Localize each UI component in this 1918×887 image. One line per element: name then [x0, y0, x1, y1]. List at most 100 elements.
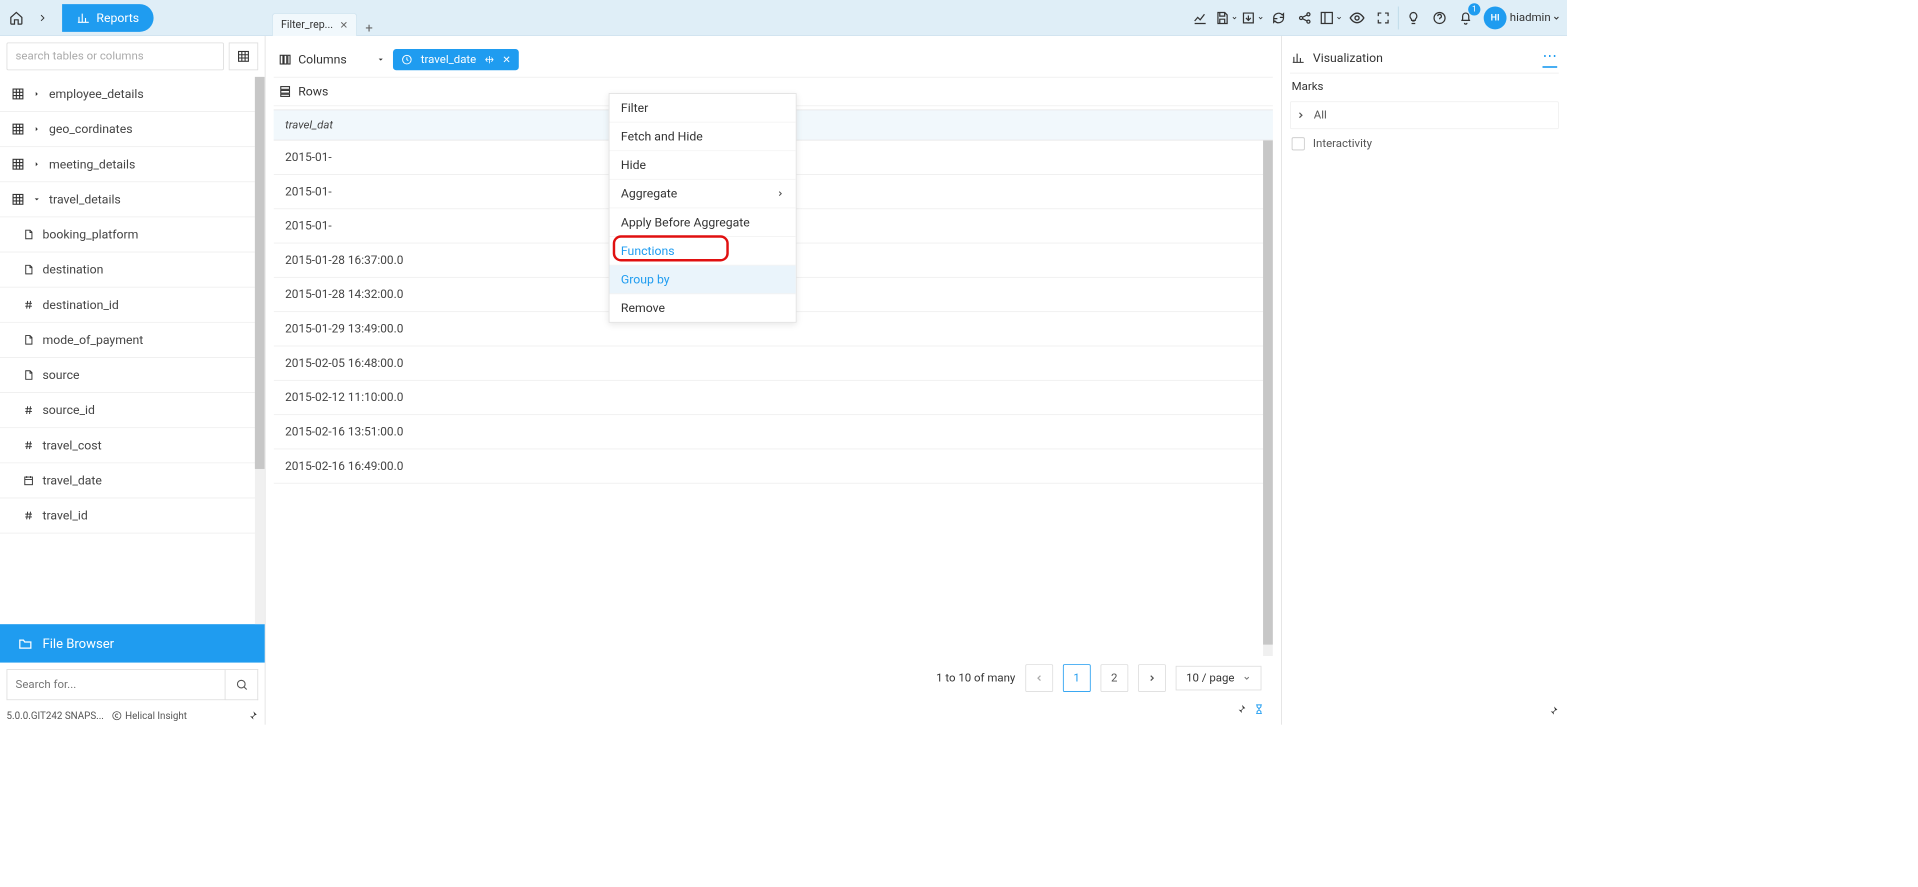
export-button[interactable] [1239, 4, 1265, 30]
pin-icon[interactable] [1547, 705, 1558, 716]
topbar: Reports Filter_rep... ✕ + 1 [0, 0, 1567, 36]
table-grid-button[interactable] [229, 42, 258, 70]
file-browser-label: File Browser [42, 636, 114, 652]
table-row[interactable]: 2015-02-12 11:10:00.0 [274, 381, 1273, 415]
columns-label: Columns [298, 52, 347, 67]
pager-page-2[interactable]: 2 [1100, 664, 1128, 692]
tree-caret-icon [33, 160, 41, 168]
reports-tab[interactable]: Reports [62, 4, 154, 32]
visualization-more-button[interactable]: ⋯ [1542, 47, 1557, 67]
chart-type-button[interactable] [1187, 4, 1213, 30]
tree-label: source [42, 368, 79, 383]
tree-column-travel_cost[interactable]: travel_cost [0, 428, 265, 463]
ctx-item-functions[interactable]: Functions [609, 237, 795, 266]
tree-caret-icon [33, 125, 41, 133]
tree-table-meeting_details[interactable]: meeting_details [0, 147, 265, 182]
hint-button[interactable] [1400, 4, 1426, 30]
tree-column-mode_of_payment[interactable]: mode_of_payment [0, 323, 265, 358]
ctx-item-label: Aggregate [621, 186, 677, 201]
tree-column-travel_date[interactable]: travel_date [0, 463, 265, 498]
marks-all-row[interactable]: All [1290, 101, 1559, 129]
file-search-button[interactable] [225, 669, 258, 700]
tree-table-geo_cordinates[interactable]: geo_cordinates [0, 112, 265, 147]
refresh-icon [1271, 10, 1286, 25]
table-icon [11, 158, 24, 171]
pager-page-1[interactable]: 1 [1063, 664, 1091, 692]
chevron-down-icon [1257, 14, 1264, 21]
tree-table-travel_details[interactable]: travel_details [0, 182, 265, 217]
ctx-item-fetch-and-hide[interactable]: Fetch and Hide [609, 123, 795, 152]
home-button[interactable] [5, 6, 28, 29]
chevron-down-icon [1231, 14, 1238, 21]
page-size-select[interactable]: 10 / page [1175, 666, 1261, 691]
table-search-input[interactable] [7, 42, 224, 70]
ctx-item-aggregate[interactable]: Aggregate [609, 180, 795, 209]
table-row[interactable]: 2015-02-05 16:48:00.0 [274, 346, 1273, 380]
avatar[interactable]: HI [1484, 6, 1507, 29]
user-menu[interactable]: hiadmin [1510, 11, 1561, 24]
hash-icon [23, 440, 34, 451]
hash-icon [23, 510, 34, 521]
tab-close-button[interactable]: ✕ [340, 19, 348, 30]
notifications-button[interactable]: 1 [1453, 4, 1479, 30]
pager: 1 to 10 of many 1 2 10 / page [274, 656, 1273, 700]
page-size-label: 10 / page [1186, 672, 1234, 685]
eye-icon [1349, 9, 1365, 25]
tree-column-source[interactable]: source [0, 358, 265, 393]
tab-add-button[interactable]: + [357, 20, 382, 36]
interactivity-checkbox[interactable] [1292, 137, 1305, 150]
table-row[interactable]: 2015-02-16 13:51:00.0 [274, 415, 1273, 449]
center-panel: Columns travel_date ✕ Rows travel_dat 20 [266, 36, 1282, 725]
pill-remove-button[interactable]: ✕ [502, 54, 510, 65]
ctx-item-label: Group by [621, 272, 670, 287]
pill-label: travel_date [421, 53, 476, 66]
chevron-right-icon [1296, 110, 1306, 120]
layout-button[interactable] [1318, 4, 1344, 30]
ctx-item-filter[interactable]: Filter [609, 94, 795, 123]
marks-label: Marks [1290, 74, 1559, 100]
ctx-item-remove[interactable]: Remove [609, 294, 795, 322]
interactivity-row[interactable]: Interactivity [1290, 131, 1559, 157]
fullscreen-button[interactable] [1370, 4, 1396, 30]
tree-column-destination[interactable]: destination [0, 252, 265, 287]
hash-icon [23, 299, 34, 310]
help-button[interactable] [1426, 4, 1452, 30]
pager-next-button[interactable] [1138, 664, 1166, 692]
chevron-down-icon [1552, 13, 1560, 21]
tree-column-destination_id[interactable]: destination_id [0, 288, 265, 323]
tree-label: travel_id [42, 508, 87, 523]
save-icon [1215, 10, 1230, 25]
table-row[interactable]: 2015-02-16 16:49:00.0 [274, 449, 1273, 483]
ctx-item-group-by[interactable]: Group by [609, 266, 795, 295]
sidebar-scroll-thumb[interactable] [255, 77, 265, 469]
columns-icon [279, 53, 292, 66]
ctx-item-label: Filter [621, 100, 648, 115]
file-browser-button[interactable]: File Browser [0, 624, 265, 662]
status-line: 5.0.0.GIT242 SNAPS... Helical Insight [0, 707, 265, 725]
tree-table-employee_details[interactable]: employee_details [0, 77, 265, 112]
tree-column-source_id[interactable]: source_id [0, 393, 265, 428]
shelf-menu-caret-icon[interactable] [377, 56, 385, 64]
file-search-input[interactable] [7, 669, 226, 700]
chevron-right-icon [1147, 673, 1157, 683]
pin-icon[interactable] [247, 710, 258, 721]
tree-column-booking_platform[interactable]: booking_platform [0, 217, 265, 252]
tree-label: meeting_details [49, 157, 135, 172]
pager-prev-button[interactable] [1025, 664, 1053, 692]
refresh-button[interactable] [1265, 4, 1291, 30]
ctx-item-apply-before-aggregate[interactable]: Apply Before Aggregate [609, 208, 795, 237]
columns-shelf[interactable]: Columns travel_date ✕ [274, 42, 1273, 77]
export-icon [1241, 10, 1256, 25]
data-scroll-thumb[interactable] [1263, 141, 1273, 645]
ctx-item-hide[interactable]: Hide [609, 151, 795, 180]
breadcrumb-next[interactable] [31, 6, 54, 29]
move-icon[interactable] [484, 55, 494, 65]
preview-button[interactable] [1344, 4, 1370, 30]
tree-column-travel_id[interactable]: travel_id [0, 498, 265, 533]
save-button[interactable] [1213, 4, 1239, 30]
hourglass-icon[interactable] [1253, 703, 1264, 714]
pin-icon[interactable] [1235, 703, 1246, 714]
column-pill-travel-date[interactable]: travel_date ✕ [393, 49, 519, 70]
share-button[interactable] [1292, 4, 1318, 30]
tab-filter-rep[interactable]: Filter_rep... ✕ [272, 13, 357, 36]
